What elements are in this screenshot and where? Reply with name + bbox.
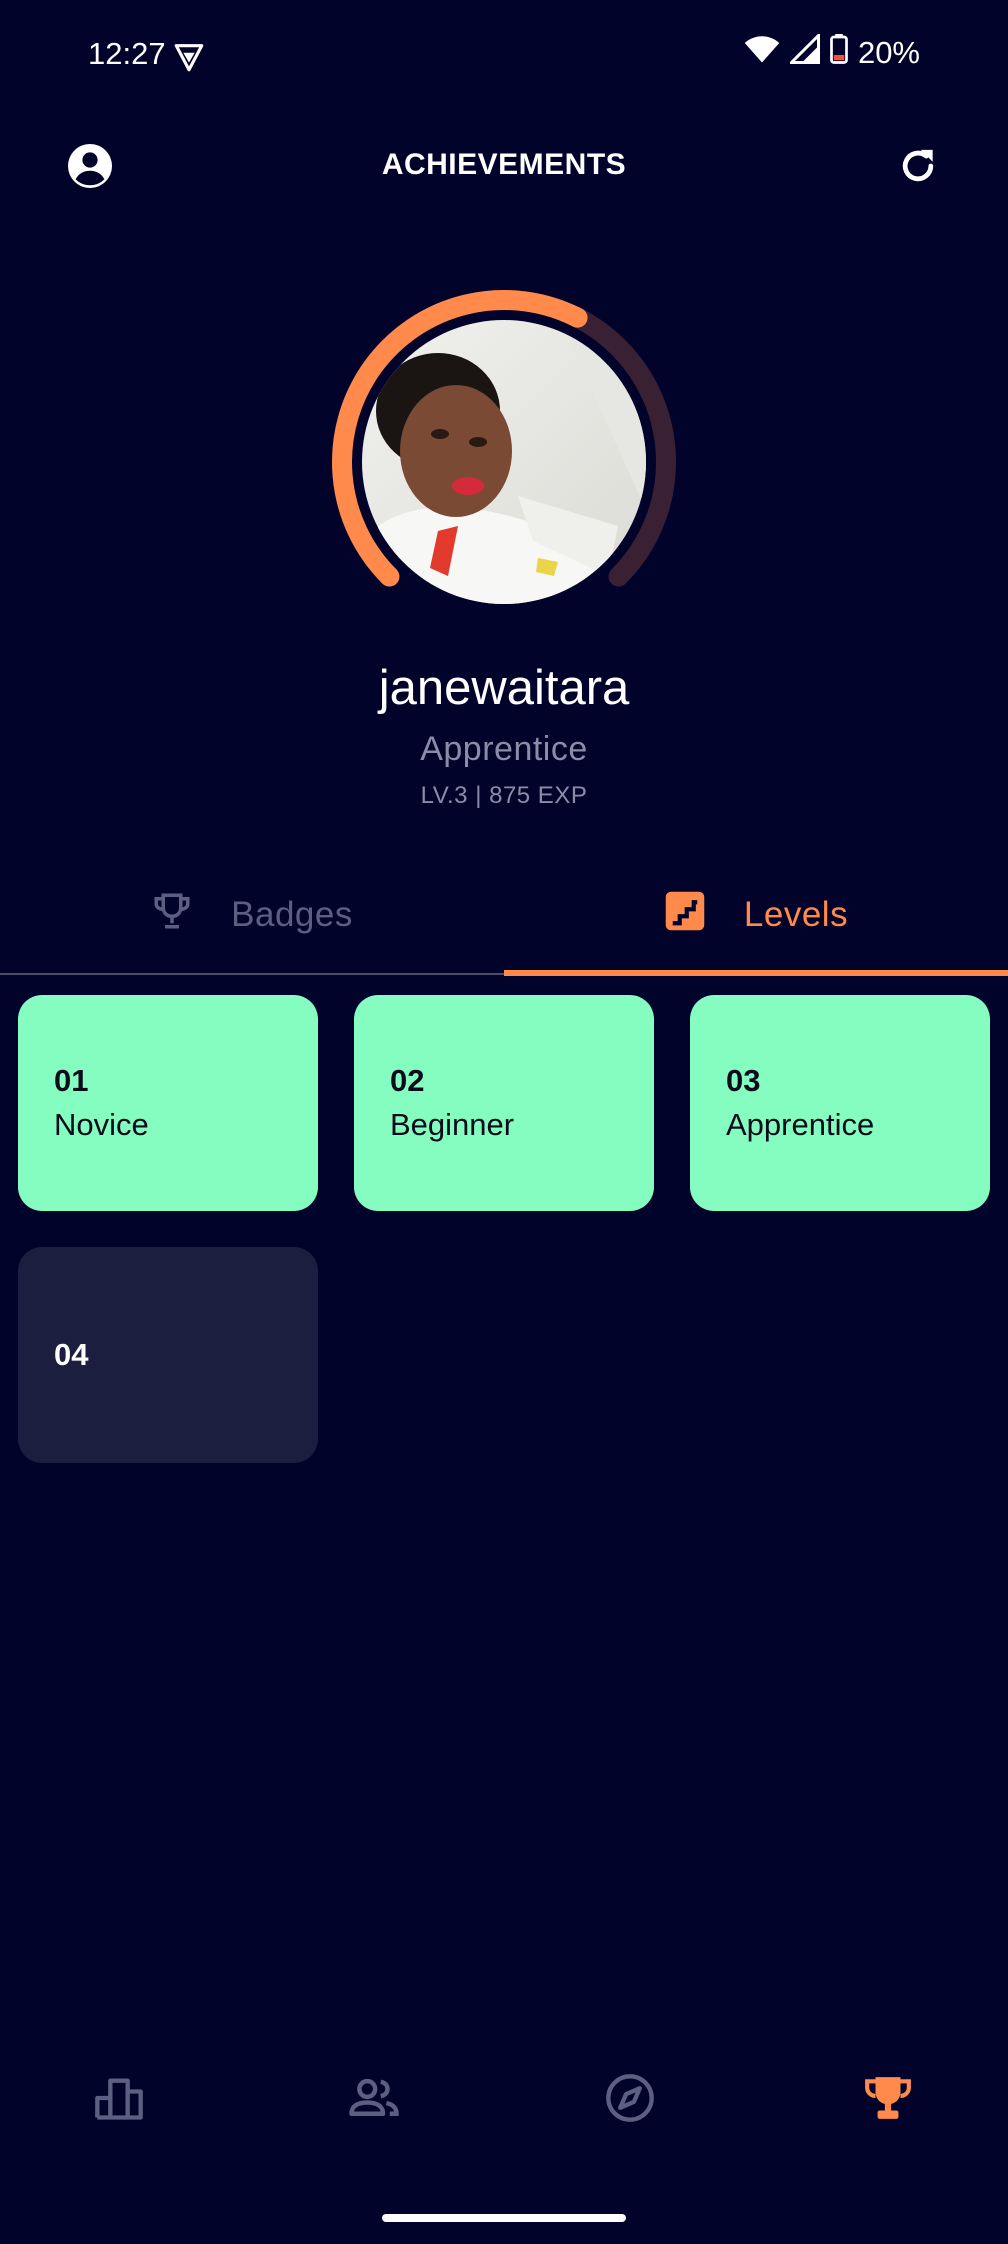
rank-label: Apprentice (420, 730, 588, 768)
stairs-icon (664, 890, 706, 941)
nav-explore[interactable] (580, 2060, 680, 2140)
level-name: Apprentice (726, 1107, 875, 1142)
level-name: Novice (54, 1107, 149, 1142)
level-name: Beginner (390, 1107, 515, 1142)
refresh-icon (896, 144, 940, 193)
level-progress-ring (318, 276, 690, 653)
nav-achievements[interactable] (838, 2060, 938, 2140)
trophy-icon (863, 2073, 913, 2128)
nav-leaderboard[interactable] (69, 2060, 169, 2140)
level-number: 02 (390, 1063, 425, 1098)
level-exp-label: LV.3 | 875 EXP (420, 782, 588, 809)
level-number: 01 (54, 1063, 89, 1098)
level-number: 04 (54, 1337, 89, 1372)
active-tab-indicator (504, 970, 1008, 976)
level-card-03[interactable]: 03 Apprentice (690, 995, 990, 1211)
vpn-shield-icon (172, 40, 206, 79)
tab-badges-label: Badges (231, 895, 353, 934)
status-right: 20% (744, 31, 920, 72)
nav-people[interactable] (324, 2060, 424, 2140)
battery-percent: 20% (857, 35, 920, 70)
battery-icon (830, 34, 848, 72)
compass-icon (604, 2072, 656, 2129)
tab-badges[interactable]: Badges (0, 860, 504, 970)
status-time: 12:27 (88, 36, 166, 71)
level-card-02[interactable]: 02 Beginner (354, 995, 654, 1211)
refresh-button[interactable] (878, 128, 958, 208)
home-indicator (382, 2214, 626, 2222)
trophy-icon (151, 890, 193, 941)
level-number: 03 (726, 1063, 761, 1098)
people-icon (347, 2071, 401, 2130)
leaderboard-icon (93, 2072, 145, 2129)
level-card-01[interactable]: 01 Novice (18, 995, 318, 1211)
wifi-icon (744, 34, 780, 72)
signal-icon (787, 31, 820, 72)
username: janewaitara (378, 661, 630, 715)
tab-levels-label: Levels (743, 895, 849, 934)
page-title: ACHIEVEMENTS (381, 148, 627, 181)
level-card-04[interactable]: 04 (18, 1247, 318, 1463)
tab-levels[interactable]: Levels (504, 860, 1008, 970)
